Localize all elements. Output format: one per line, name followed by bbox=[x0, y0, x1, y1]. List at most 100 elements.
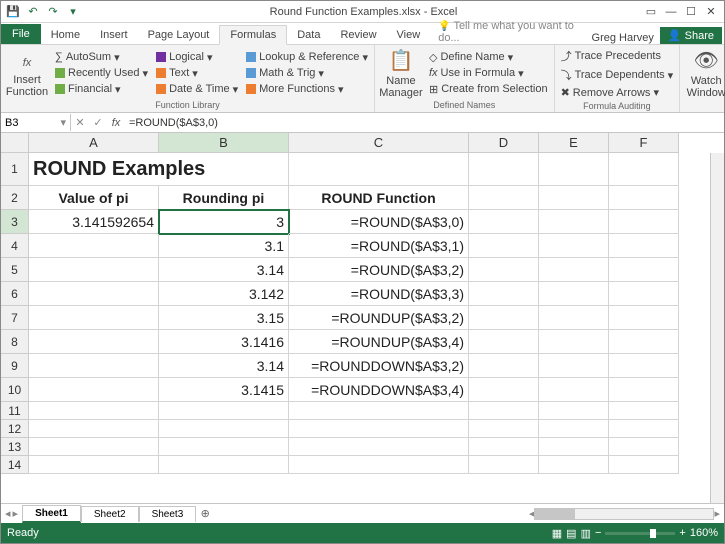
cell-E13[interactable] bbox=[539, 438, 609, 456]
cell-C2[interactable]: ROUND Function bbox=[289, 186, 469, 210]
cell-E3[interactable] bbox=[539, 210, 609, 234]
name-box[interactable]: B3▾ bbox=[1, 114, 71, 131]
cell-F6[interactable] bbox=[609, 282, 679, 306]
logical-button[interactable]: Logical ▾ bbox=[154, 50, 240, 65]
cell-C3[interactable]: =ROUND($A$3,0) bbox=[289, 210, 469, 234]
watch-window-button[interactable]: 👁Watch Window bbox=[684, 47, 725, 99]
tab-data[interactable]: Data bbox=[287, 26, 330, 44]
define-name-button[interactable]: ◇ Define Name ▾ bbox=[427, 50, 550, 65]
use-in-formula-button[interactable]: fx Use in Formula ▾ bbox=[427, 66, 550, 81]
text-button[interactable]: Text ▾ bbox=[154, 66, 240, 81]
add-sheet-button[interactable]: ⊕ bbox=[196, 507, 214, 520]
cell-B11[interactable] bbox=[159, 402, 289, 420]
cell-A5[interactable] bbox=[29, 258, 159, 282]
cell-A6[interactable] bbox=[29, 282, 159, 306]
column-header-A[interactable]: A bbox=[29, 133, 159, 153]
cell-D12[interactable] bbox=[469, 420, 539, 438]
zoom-in-button[interactable]: + bbox=[679, 527, 685, 539]
column-header-E[interactable]: E bbox=[539, 133, 609, 153]
cell-A13[interactable] bbox=[29, 438, 159, 456]
cell-C7[interactable]: =ROUNDUP($A$3,2) bbox=[289, 306, 469, 330]
cell-B3[interactable]: 3 bbox=[159, 210, 289, 234]
lookup-reference-button[interactable]: Lookup & Reference ▾ bbox=[244, 50, 370, 65]
row-header-14[interactable]: 14 bbox=[1, 456, 29, 474]
cell-A9[interactable] bbox=[29, 354, 159, 378]
cell-E1[interactable] bbox=[539, 153, 609, 186]
customize-qat-icon[interactable]: ▾ bbox=[65, 4, 81, 20]
cell-C14[interactable] bbox=[289, 456, 469, 474]
cell-E4[interactable] bbox=[539, 234, 609, 258]
sheet-nav[interactable]: ◂▸ bbox=[1, 507, 22, 520]
cell-F14[interactable] bbox=[609, 456, 679, 474]
cell-E10[interactable] bbox=[539, 378, 609, 402]
cell-D4[interactable] bbox=[469, 234, 539, 258]
tab-view[interactable]: View bbox=[387, 26, 431, 44]
view-layout-icon[interactable]: ▤ bbox=[566, 527, 576, 540]
cell-F1[interactable] bbox=[609, 153, 679, 186]
cell-B8[interactable]: 3.1416 bbox=[159, 330, 289, 354]
cell-E8[interactable] bbox=[539, 330, 609, 354]
cell-F2[interactable] bbox=[609, 186, 679, 210]
undo-icon[interactable]: ↶ bbox=[25, 4, 41, 20]
cell-E14[interactable] bbox=[539, 456, 609, 474]
cell-F11[interactable] bbox=[609, 402, 679, 420]
row-header-8[interactable]: 8 bbox=[1, 330, 29, 354]
fx-icon[interactable]: fx bbox=[107, 117, 125, 129]
scrollbar-thumb[interactable] bbox=[535, 509, 575, 519]
row-header-6[interactable]: 6 bbox=[1, 282, 29, 306]
tab-home[interactable]: Home bbox=[41, 26, 90, 44]
name-manager-button[interactable]: 📋Name Manager bbox=[379, 47, 423, 99]
maximize-icon[interactable]: ☐ bbox=[682, 4, 700, 20]
cell-C12[interactable] bbox=[289, 420, 469, 438]
cell-A11[interactable] bbox=[29, 402, 159, 420]
math-trig-button[interactable]: Math & Trig ▾ bbox=[244, 66, 370, 81]
column-header-F[interactable]: F bbox=[609, 133, 679, 153]
cell-D9[interactable] bbox=[469, 354, 539, 378]
column-header-B[interactable]: B bbox=[159, 133, 289, 153]
view-break-icon[interactable]: ▥ bbox=[581, 527, 591, 540]
cell-E12[interactable] bbox=[539, 420, 609, 438]
close-icon[interactable]: ✕ bbox=[702, 4, 720, 20]
formula-bar[interactable]: =ROUND($A$3,0) bbox=[125, 115, 724, 131]
cell-D14[interactable] bbox=[469, 456, 539, 474]
cell-D2[interactable] bbox=[469, 186, 539, 210]
date-time-button[interactable]: Date & Time ▾ bbox=[154, 82, 240, 97]
cell-A14[interactable] bbox=[29, 456, 159, 474]
tell-me-input[interactable]: 💡 Tell me what you want to do... bbox=[430, 20, 585, 44]
select-all-corner[interactable] bbox=[1, 133, 29, 153]
cell-A8[interactable] bbox=[29, 330, 159, 354]
row-header-11[interactable]: 11 bbox=[1, 402, 29, 420]
cell-C9[interactable]: =ROUNDDOWN$A$3,2) bbox=[289, 354, 469, 378]
cell-D3[interactable] bbox=[469, 210, 539, 234]
ribbon-options-icon[interactable]: ▭ bbox=[642, 4, 660, 20]
cell-E7[interactable] bbox=[539, 306, 609, 330]
tab-file[interactable]: File bbox=[1, 24, 41, 44]
cell-D10[interactable] bbox=[469, 378, 539, 402]
cell-C6[interactable]: =ROUND($A$3,3) bbox=[289, 282, 469, 306]
view-normal-icon[interactable]: ▦ bbox=[552, 527, 562, 540]
cell-F4[interactable] bbox=[609, 234, 679, 258]
cell-A7[interactable] bbox=[29, 306, 159, 330]
zoom-level[interactable]: 160% bbox=[690, 527, 718, 539]
cell-F12[interactable] bbox=[609, 420, 679, 438]
recently-used-button[interactable]: Recently Used ▾ bbox=[53, 66, 150, 81]
column-header-D[interactable]: D bbox=[469, 133, 539, 153]
tab-page-layout[interactable]: Page Layout bbox=[138, 26, 220, 44]
cell-B5[interactable]: 3.14 bbox=[159, 258, 289, 282]
cell-D13[interactable] bbox=[469, 438, 539, 456]
cell-C11[interactable] bbox=[289, 402, 469, 420]
cell-C5[interactable]: =ROUND($A$3,2) bbox=[289, 258, 469, 282]
cell-B2[interactable]: Rounding pi bbox=[159, 186, 289, 210]
cell-F8[interactable] bbox=[609, 330, 679, 354]
cell-D6[interactable] bbox=[469, 282, 539, 306]
cell-C10[interactable]: =ROUNDDOWN$A$3,4) bbox=[289, 378, 469, 402]
cell-B14[interactable] bbox=[159, 456, 289, 474]
more-functions-button[interactable]: More Functions ▾ bbox=[244, 82, 370, 97]
row-header-1[interactable]: 1 bbox=[1, 153, 29, 186]
redo-icon[interactable]: ↷ bbox=[45, 4, 61, 20]
row-header-10[interactable]: 10 bbox=[1, 378, 29, 402]
cell-B10[interactable]: 3.1415 bbox=[159, 378, 289, 402]
cell-F10[interactable] bbox=[609, 378, 679, 402]
share-button[interactable]: 👤 Share bbox=[660, 27, 722, 44]
row-header-13[interactable]: 13 bbox=[1, 438, 29, 456]
